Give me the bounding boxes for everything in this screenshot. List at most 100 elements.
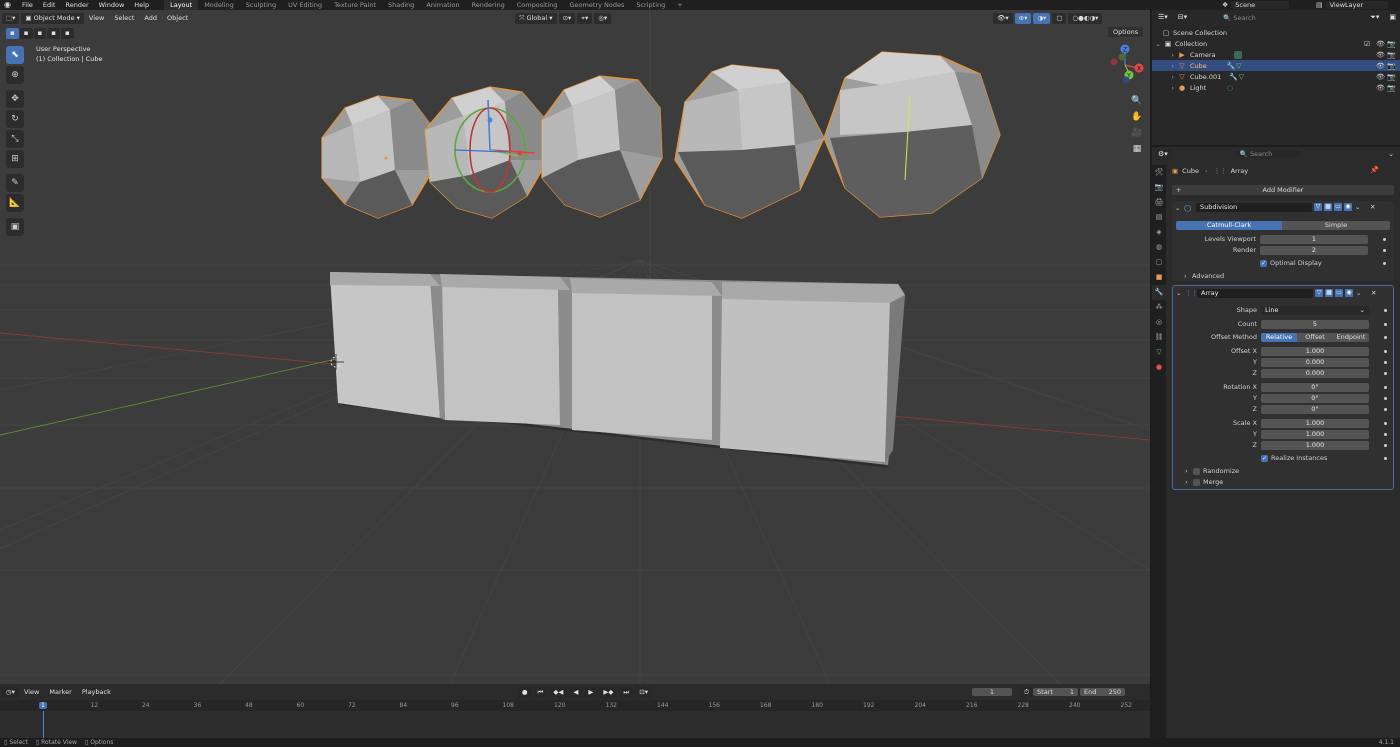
keyframe-dot-icon[interactable] [1384,457,1387,460]
tab-rendering[interactable]: Rendering [466,0,511,10]
viewport-scene[interactable] [0,10,1150,684]
pivot-point-button[interactable]: ⊙▾ [558,13,576,24]
editmode-display-icon[interactable]: ▦ [1324,203,1332,211]
outliner-item-light[interactable]: › ● Light ◌ 👁 📷 [1152,82,1400,93]
render-display-icon[interactable]: ◉ [1344,203,1352,211]
keyframe-dot-icon[interactable] [1384,350,1387,353]
scale-tool-icon[interactable]: ⤡ [6,130,24,148]
tab-layout[interactable]: Layout [164,0,199,10]
cube-render-icon[interactable]: 📷 [1387,62,1396,70]
keyframe-dot-icon[interactable] [1384,336,1387,339]
expand-arrow-icon[interactable]: › [1152,51,1174,59]
tab-modeling[interactable]: Modeling [198,0,240,10]
add-workspace-button[interactable]: + [671,0,688,10]
viewport-menu-object[interactable]: Object [162,14,193,23]
keyframe-dot-icon[interactable] [1384,444,1387,447]
simple-button[interactable]: Simple [1282,221,1390,230]
randomize-subpanel[interactable]: Randomize [1203,466,1239,476]
tab-sculpting[interactable]: Sculpting [240,0,282,10]
timeline-menu-playback[interactable]: Playback [77,688,116,697]
select-box-tool-icon[interactable]: ⬉ [6,46,24,64]
viewport-menu-view[interactable]: View [84,14,109,23]
light-visibility-icon[interactable]: 👁 [1376,84,1385,92]
array-name-field[interactable]: Array [1197,289,1313,298]
overlays-toggle-button[interactable]: ◑▾ [1033,13,1051,24]
collapse-arrow-icon[interactable]: ⌄ [1176,288,1181,298]
shading-mode-buttons[interactable]: ○●◐◑▾ [1068,13,1103,24]
jump-keyframe-back-icon[interactable]: ◆◀ [549,686,568,698]
shape-dropdown[interactable]: Line ⌄ [1261,306,1369,315]
keyframe-dot-icon[interactable] [1383,262,1386,265]
timeline-menu-marker[interactable]: Marker [44,688,76,697]
data-tab-icon[interactable]: ▽ [1152,345,1166,360]
keyframe-dot-icon[interactable] [1384,372,1387,375]
keyframe-dot-icon[interactable] [1384,386,1387,389]
keyframe-dot-icon[interactable] [1384,433,1387,436]
subdivision-menu-icon[interactable]: ⌄ [1355,202,1360,212]
scene-selector[interactable]: ❖ Scene [1222,0,1300,10]
keyframe-dot-icon[interactable] [1383,238,1386,241]
keying-set-icon[interactable]: ⊡▾ [635,686,652,698]
keyframe-dot-icon[interactable] [1384,408,1387,411]
auto-keying-icon[interactable]: ● [517,686,532,698]
camera-view-icon[interactable]: 🎥 [1130,126,1144,140]
scale-y-field[interactable]: 1.000 [1261,430,1369,439]
cube-array-selected[interactable] [321,51,1001,219]
constraints-tab-icon[interactable]: ⛓ [1152,330,1166,345]
keyframe-dot-icon[interactable] [1384,361,1387,364]
levels-viewport-field[interactable]: 1 [1260,235,1368,244]
select-intersect-icon[interactable]: ▪ [61,28,74,39]
rotation-y-field[interactable]: 0° [1261,394,1369,403]
menu-help[interactable]: Help [129,0,154,10]
light-render-icon[interactable]: 📷 [1387,84,1396,92]
tab-shading[interactable]: Shading [382,0,420,10]
cursor-tool-icon[interactable]: ⊕ [6,66,24,84]
grid-view-icon[interactable]: ▦ [1130,142,1144,156]
play-reverse-icon[interactable]: ◀ [569,686,583,698]
annotate-tool-icon[interactable]: ✎ [6,174,24,192]
cube-001-render-icon[interactable]: 📷 [1387,73,1396,81]
edit-mode-toggle-icon[interactable]: ▽ [1314,203,1322,211]
tab-texture-paint[interactable]: Texture Paint [328,0,382,10]
array-menu-icon[interactable]: ⌄ [1356,288,1361,298]
pin-icon[interactable]: 📌 [1370,166,1379,174]
end-frame-field[interactable]: End 250 [1080,688,1126,696]
view-layer-name[interactable]: ViewLayer [1325,1,1388,9]
scene-tab-icon[interactable]: ◈ [1152,225,1166,240]
render-levels-field[interactable]: 2 [1260,246,1368,255]
camera-render-icon[interactable]: 📷 [1387,51,1396,59]
timeline-editor-type-button[interactable]: ◷▾ [2,686,19,698]
collection-render-icon[interactable]: 📷 [1387,40,1396,48]
merge-expand-icon[interactable]: › [1185,477,1188,487]
rotate-tool-icon[interactable]: ↻ [6,110,24,128]
count-field[interactable]: 5 [1261,320,1369,329]
add-cube-tool-icon[interactable]: ▣ [6,218,24,236]
select-invert-icon[interactable]: ▪ [47,28,60,39]
offset-x-field[interactable]: 1.000 [1261,347,1369,356]
object-tab-icon[interactable]: ■ [1152,270,1166,285]
cube-001-array[interactable] [330,272,905,468]
rotation-z-field[interactable]: 0° [1261,405,1369,414]
offset-z-field[interactable]: 0.000 [1261,369,1369,378]
randomize-checkbox[interactable] [1193,468,1200,475]
world-tab-icon[interactable]: ◍ [1152,240,1166,255]
preview-range-icon[interactable]: ⏱ [1019,686,1034,698]
particles-tab-icon[interactable]: ⁂ [1152,300,1166,315]
material-tab-icon[interactable]: ● [1152,360,1166,375]
viewport-menu-select[interactable]: Select [109,14,139,23]
tool-tab-icon[interactable]: 🛠 [1152,165,1166,180]
xray-toggle-button[interactable]: ▢ [1052,13,1067,24]
scene-name[interactable]: Scene [1231,1,1290,9]
cube-visibility-icon[interactable]: 👁 [1376,62,1385,70]
array-remove-icon[interactable]: ✕ [1371,288,1376,298]
measure-tool-icon[interactable]: 📐 [6,194,24,212]
physics-tab-icon[interactable]: ◎ [1152,315,1166,330]
keyframe-dot-icon[interactable] [1384,422,1387,425]
add-modifier-button[interactable]: + Add Modifier [1172,185,1394,195]
expand-arrow-icon[interactable]: ⌄ [1152,40,1164,48]
visibility-button[interactable]: 👁▾ [993,13,1013,24]
jump-end-icon[interactable]: ⏭ [619,686,634,698]
collection-row[interactable]: ⌄ ▣ Collection ☑ 👁 📷 [1152,38,1400,49]
tab-compositing[interactable]: Compositing [511,0,564,10]
proportional-editing-button[interactable]: ◎▾ [594,13,612,24]
